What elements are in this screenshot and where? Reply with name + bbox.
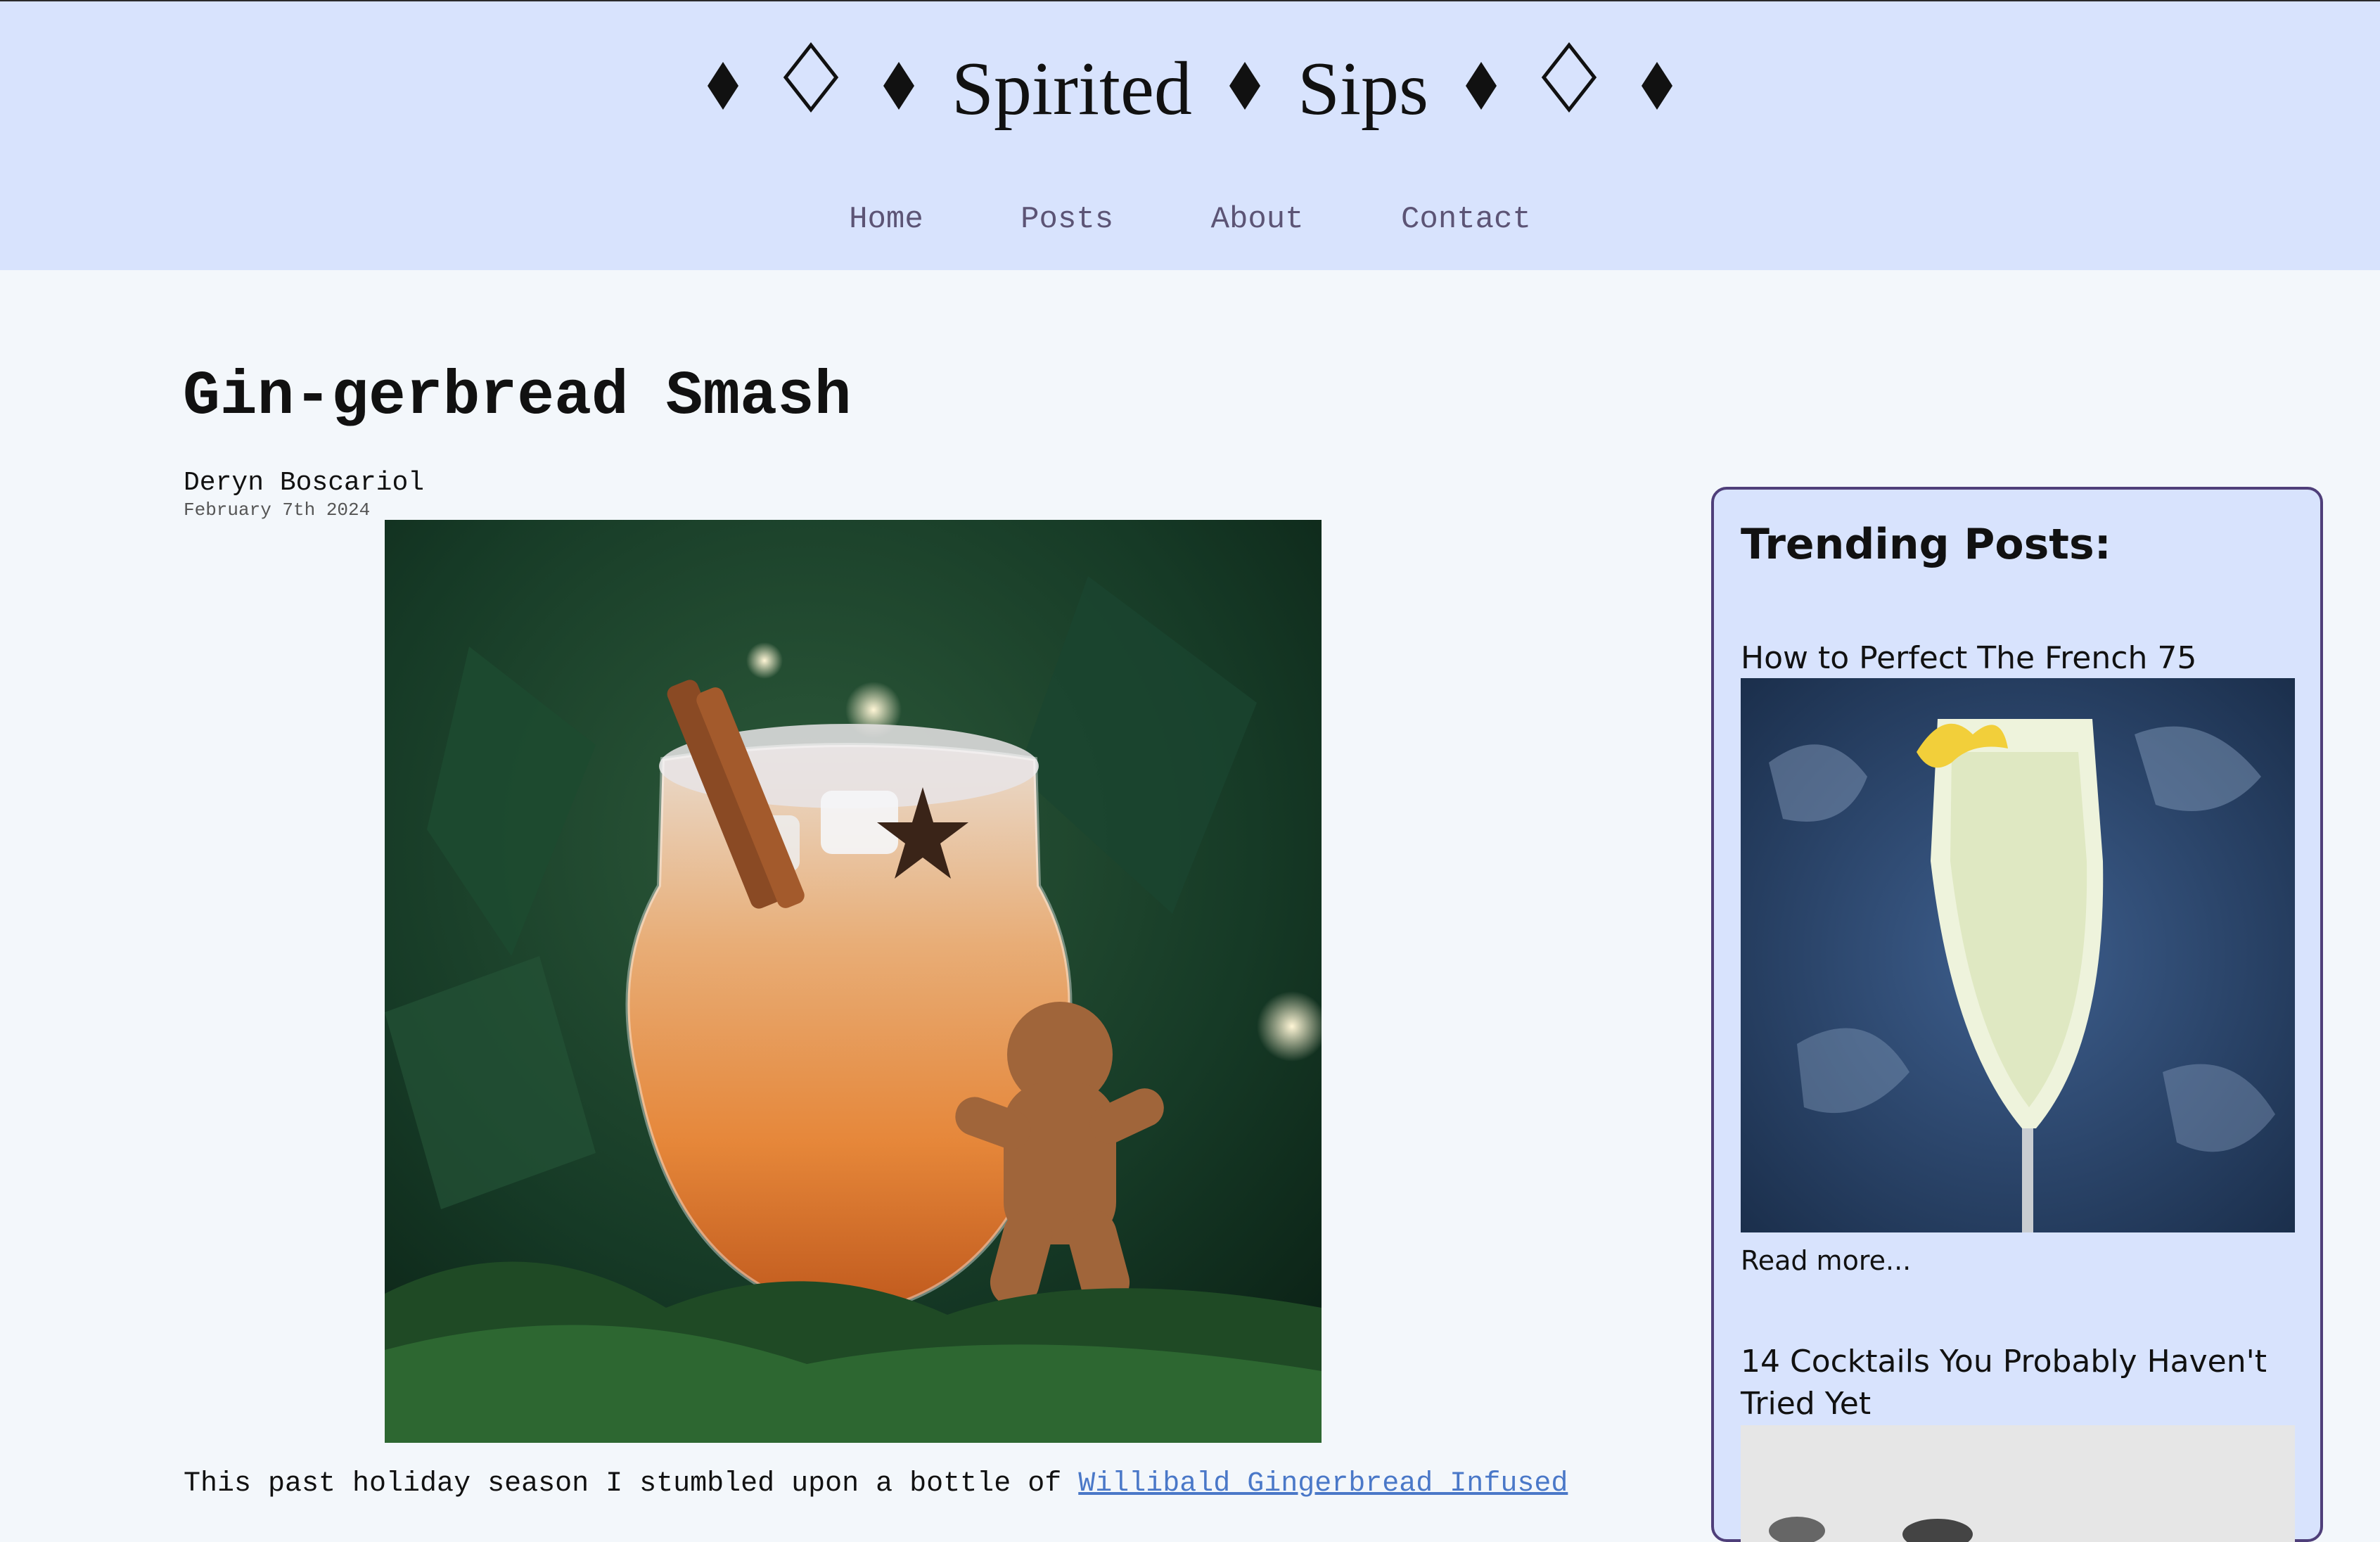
filled-diamond-icon	[1463, 37, 1499, 142]
nav-posts[interactable]: Posts	[1021, 202, 1113, 237]
trending-post-title[interactable]: How to Perfect The French 75	[1741, 637, 2296, 680]
filled-diamond-icon	[1227, 37, 1263, 142]
post-body-text: This past holiday season I stumbled upon…	[184, 1468, 1079, 1500]
site-title-word: Sips	[1297, 47, 1429, 132]
site-header: Spirited Sips Home Posts About Contact	[0, 0, 2380, 270]
read-more-link[interactable]: Read more...	[1741, 1242, 1911, 1279]
post-author: Deryn Boscariol	[184, 468, 425, 498]
post-body: This past holiday season I stumbled upon…	[184, 1465, 1568, 1504]
nav-about[interactable]: About	[1211, 202, 1304, 237]
cocktails-photo[interactable]	[1741, 1425, 2295, 1542]
outline-diamond-icon	[1540, 37, 1599, 142]
main-nav: Home Posts About Contact	[0, 195, 2380, 244]
nav-contact[interactable]: Contact	[1401, 202, 1531, 237]
outline-diamond-icon	[781, 37, 840, 142]
site-title[interactable]: Spirited Sips	[0, 30, 2380, 142]
gingerbread-cocktail-photo	[385, 520, 1322, 1443]
trending-post-title[interactable]: 14 Cocktails You Probably Haven't Tried …	[1741, 1341, 2296, 1425]
french-75-photo[interactable]	[1741, 678, 2295, 1232]
filled-diamond-icon	[1639, 37, 1675, 142]
post-date: February 7th 2024	[184, 499, 371, 521]
post-title: Gin-gerbread Smash	[183, 362, 852, 432]
filled-diamond-icon	[705, 37, 741, 142]
filled-diamond-icon	[881, 37, 917, 142]
product-link[interactable]: Willibald Gingerbread Infused	[1078, 1468, 1568, 1500]
trending-sidebar: Trending Posts: How to Perfect The Frenc…	[1711, 487, 2323, 1542]
nav-home[interactable]: Home	[849, 202, 923, 237]
site-title-word: Spirited	[951, 47, 1192, 132]
sidebar-heading: Trending Posts:	[1741, 520, 2111, 569]
